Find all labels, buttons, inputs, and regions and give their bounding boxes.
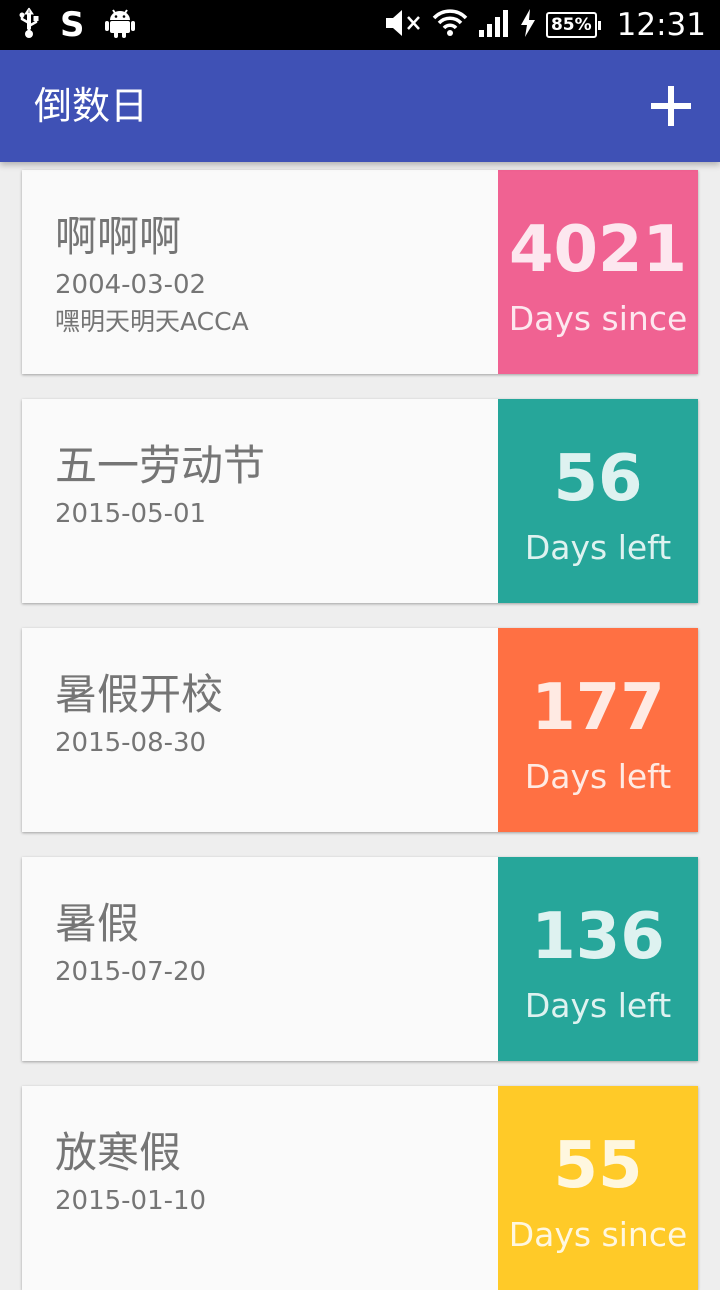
event-date: 2015-01-10 — [55, 1186, 207, 1216]
event-title: 五一劳动节 — [55, 441, 266, 490]
event-date: 2015-08-30 — [55, 728, 207, 758]
day-count-label: Days left — [524, 528, 672, 567]
event-title: 放寒假 — [55, 1128, 182, 1177]
page-title: 倒数日 — [34, 84, 149, 128]
event-note: 嘿明天明天ACCA — [55, 307, 249, 336]
day-count-badge: 4021 Days since — [498, 170, 698, 374]
day-count: 56 — [553, 442, 643, 516]
s-app-icon: S — [60, 5, 85, 45]
event-info: 放寒假 2015-01-10 — [55, 1124, 485, 1220]
mute-icon — [384, 8, 422, 42]
day-count: 55 — [553, 1129, 643, 1203]
signal-icon — [478, 8, 510, 42]
day-count: 177 — [531, 671, 665, 745]
event-title: 暑假开校 — [55, 670, 224, 719]
event-title: 暑假 — [55, 899, 140, 948]
usb-icon — [18, 7, 40, 43]
charging-icon — [520, 9, 536, 41]
add-event-button[interactable] — [646, 81, 696, 131]
plus-icon — [651, 86, 691, 126]
battery-icon: 85% — [545, 12, 601, 38]
event-card[interactable]: 啊啊啊 2004-03-02 嘿明天明天ACCA 4021 Days since — [22, 170, 698, 374]
day-count-badge: 177 Days left — [498, 628, 698, 832]
status-bar-notifications: S — [18, 0, 135, 50]
event-info: 五一劳动节 2015-05-01 — [55, 437, 485, 533]
day-count-label: Days left — [524, 986, 672, 1025]
event-date: 2015-07-20 — [55, 957, 207, 987]
day-count-label: Days since — [508, 299, 688, 338]
day-count-badge: 55 Days since — [498, 1086, 698, 1290]
battery-level: 85% — [545, 12, 597, 38]
day-count-badge: 56 Days left — [498, 399, 698, 603]
event-card[interactable]: 暑假 2015-07-20 136 Days left — [22, 857, 698, 1061]
event-info: 啊啊啊 2004-03-02 嘿明天明天ACCA — [55, 208, 485, 340]
event-date: 2004-03-02 — [55, 270, 207, 300]
day-count-label: Days left — [524, 757, 672, 796]
day-count-badge: 136 Days left — [498, 857, 698, 1061]
event-title: 啊啊啊 — [55, 212, 182, 261]
wifi-icon — [432, 8, 468, 42]
event-date: 2015-05-01 — [55, 499, 207, 529]
day-count-label: Days since — [508, 1215, 688, 1254]
event-card[interactable]: 放寒假 2015-01-10 55 Days since — [22, 1086, 698, 1290]
event-info: 暑假 2015-07-20 — [55, 895, 485, 991]
app-bar: 倒数日 — [0, 50, 720, 162]
status-bar-clock: 12:31 — [616, 7, 706, 43]
day-count: 136 — [531, 900, 665, 974]
event-card[interactable]: 五一劳动节 2015-05-01 56 Days left — [22, 399, 698, 603]
status-bar: S 85% 12:31 — [0, 0, 720, 50]
day-count: 4021 — [508, 213, 688, 287]
android-icon — [104, 7, 135, 43]
event-card[interactable]: 暑假开校 2015-08-30 177 Days left — [22, 628, 698, 832]
event-info: 暑假开校 2015-08-30 — [55, 666, 485, 762]
status-bar-system: 85% 12:31 — [384, 0, 706, 50]
